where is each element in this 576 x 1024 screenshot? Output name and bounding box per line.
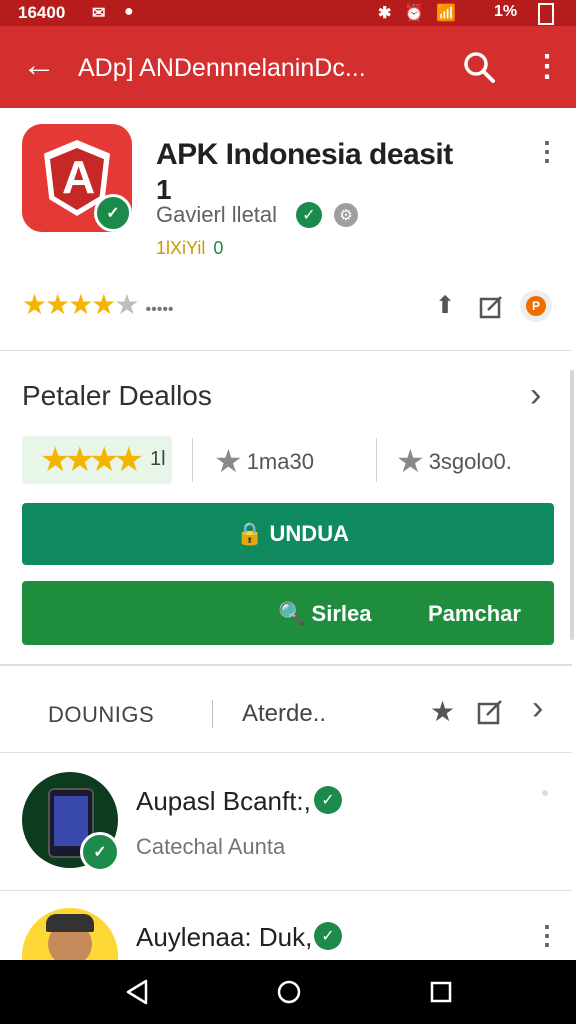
- open-label: Sirlea: [311, 601, 372, 626]
- home-nav-icon[interactable]: [276, 978, 302, 1011]
- app-avatar: [22, 908, 118, 960]
- share-icon[interactable]: ⬆: [432, 294, 458, 318]
- list-item-name: Auylenaa: Duk,: [136, 922, 313, 952]
- list-item-subtitle: Catechal Aunta: [136, 834, 286, 859]
- app-title: APK Indonesia deasit: [156, 138, 453, 171]
- stat-two: ★ 1ma30: [214, 442, 314, 480]
- list-item[interactable]: ✓ Aupasl Bcanft:, ✓ Catechal Aunta: [0, 756, 576, 892]
- status-time: 16400: [18, 3, 66, 22]
- scrollbar[interactable]: [570, 370, 574, 640]
- verified-badge-icon: ✓: [80, 832, 120, 872]
- star-icon: ★: [396, 443, 425, 479]
- open-external-icon[interactable]: [478, 294, 504, 319]
- navigation-bar: [0, 960, 576, 1024]
- purchase-label[interactable]: Pamchar: [428, 601, 521, 627]
- divider: [0, 890, 572, 891]
- tab-downloads[interactable]: DOUNIGS: [48, 702, 154, 728]
- download-button[interactable]: 🔒 UNDUA: [22, 503, 554, 565]
- rating-box: ★★★★ 1l: [22, 436, 172, 484]
- letter-a-icon: A: [62, 151, 96, 203]
- star-icon[interactable]: ★: [430, 698, 455, 726]
- verified-check-icon: ✓: [314, 786, 342, 814]
- more-dot-icon[interactable]: [542, 790, 548, 796]
- badge-orange-icon[interactable]: P: [520, 290, 552, 322]
- list-item[interactable]: Auylenaa: Duk, ✓ ⋮: [0, 892, 576, 960]
- divider: [376, 438, 377, 482]
- details-title: Petaler Deallos: [22, 380, 212, 411]
- back-arrow-icon[interactable]: ←: [22, 48, 56, 82]
- app-bar: ← ADp] ANDennnelaninDc... ⋮: [0, 26, 576, 108]
- battery-icon: [538, 3, 554, 25]
- alarm-icon: ⏰: [404, 5, 424, 22]
- cap-icon: [46, 914, 94, 932]
- small-rating-count: 0: [213, 238, 224, 258]
- recents-nav-icon[interactable]: [428, 978, 454, 1011]
- divider: [0, 752, 572, 753]
- developer-name[interactable]: Gavierl lletal: [156, 202, 277, 228]
- settings-gear-icon: ⚙: [334, 203, 358, 227]
- lock-icon: 🔒: [236, 521, 264, 546]
- open-external-icon[interactable]: [476, 698, 504, 731]
- stat-three: ★ 3sgolo0.: [396, 442, 512, 480]
- verified-check-icon: ✓: [314, 922, 342, 950]
- status-bar: 16400 ✉ ● ✱ ⏰ 📶 1%: [0, 0, 576, 26]
- notification-icon: ●: [124, 3, 134, 20]
- back-nav-icon[interactable]: [124, 978, 150, 1011]
- rating-stars: ★★★★★ •••••: [22, 289, 174, 320]
- chevron-right-icon[interactable]: ›: [532, 691, 543, 725]
- download-label: UNDUA: [269, 521, 349, 546]
- wifi-icon: 📶: [436, 5, 456, 22]
- small-rating: 1lXiYil 0: [156, 238, 223, 259]
- search-icon[interactable]: [462, 50, 496, 89]
- app-more-icon[interactable]: ⋮: [534, 138, 560, 164]
- tab-bar: DOUNIGS Aterde.. ★ ›: [0, 676, 576, 752]
- chevron-right-icon[interactable]: ›: [530, 378, 541, 412]
- divider: [212, 700, 213, 728]
- action-button[interactable]: 🔍 Sirlea Pamchar: [22, 581, 554, 645]
- bluetooth-icon: ✱: [378, 5, 392, 22]
- search-icon: 🔍: [278, 601, 306, 626]
- divider: [192, 438, 193, 482]
- stat-three-value: 3sgolo0.: [428, 449, 512, 474]
- rating-count: •••••: [145, 301, 174, 318]
- divider: [0, 350, 572, 351]
- app-detail-card: A ✓ APK Indonesia deasit 1 Gavierl lleta…: [0, 108, 574, 666]
- rating-stars-icon: ★★★★: [40, 441, 144, 479]
- small-rating-text: 1lXiYil: [156, 238, 206, 258]
- tab-other[interactable]: Aterde..: [242, 700, 326, 728]
- battery-label: 1%: [494, 3, 518, 20]
- stat-two-value: 1ma30: [246, 449, 314, 474]
- verified-badge-icon: ✓: [94, 194, 132, 232]
- list-item-name: Aupasl Bcanft:,: [136, 786, 311, 816]
- overflow-menu-icon[interactable]: ⋮: [532, 52, 562, 82]
- mail-icon: ✉: [92, 5, 106, 22]
- verified-check-icon: ✓: [296, 202, 322, 228]
- rating-box-label: 1l: [150, 448, 166, 470]
- star-icon: ★: [214, 443, 243, 479]
- list-item-more-icon[interactable]: ⋮: [534, 922, 560, 948]
- app-bar-title: ADp] ANDennnelaninDc...: [78, 54, 366, 82]
